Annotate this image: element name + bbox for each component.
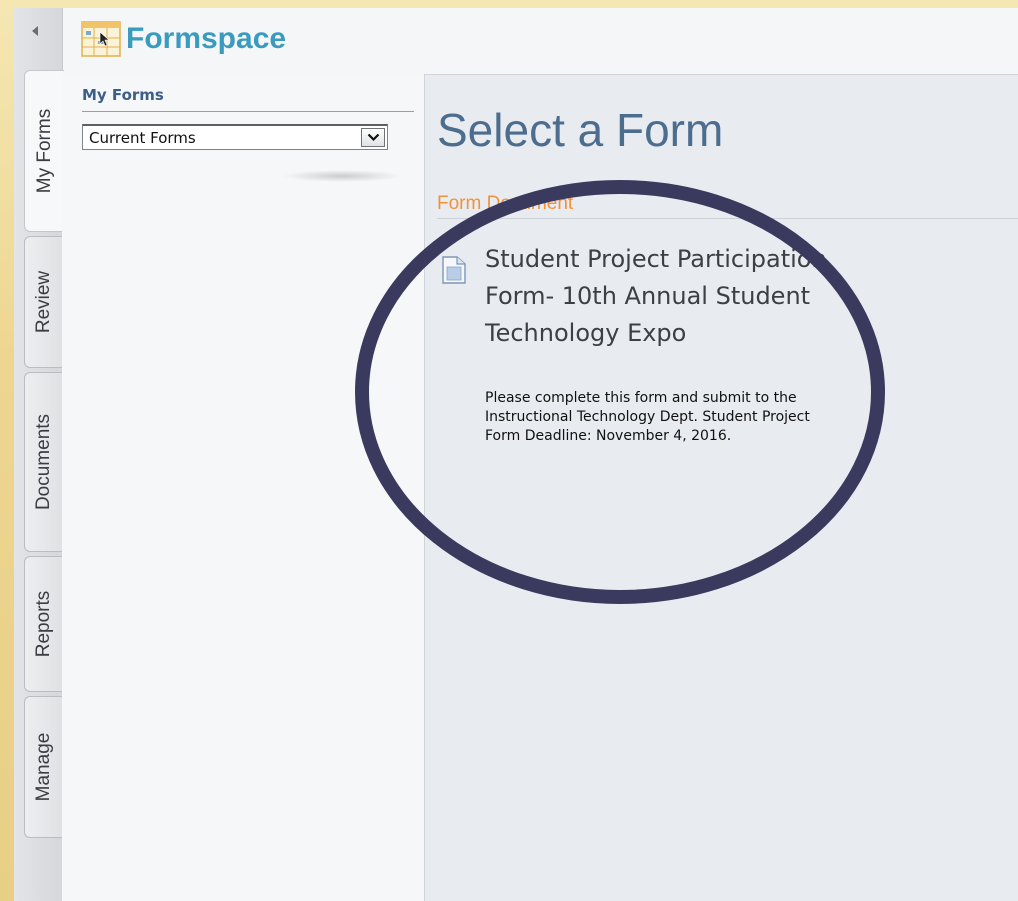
tab-label: Manage	[32, 732, 54, 802]
select-value: Current Forms	[89, 129, 196, 147]
tab-label: Documents	[32, 413, 54, 511]
tab-documents[interactable]: Documents	[24, 372, 62, 552]
tab-manage[interactable]: Manage	[24, 696, 62, 838]
panel-heading: My Forms	[82, 86, 164, 104]
chevron-left-icon[interactable]	[32, 26, 38, 36]
formspace-logo-icon	[81, 21, 121, 57]
tab-my-forms[interactable]: My Forms	[24, 70, 64, 232]
tab-label: Review	[32, 270, 54, 334]
formspace-app: My Forms Review Documents Reports Manage…	[14, 8, 1018, 901]
app-logo-text: Formspace	[126, 22, 287, 55]
my-forms-panel: My Forms Current Forms	[62, 74, 424, 901]
page-title: Select a Form	[437, 104, 724, 156]
forms-filter-select[interactable]: Current Forms	[82, 124, 388, 150]
divider	[82, 111, 414, 112]
chevron-down-icon[interactable]	[361, 128, 385, 147]
decorative-shadow	[282, 170, 402, 182]
document-icon	[442, 256, 466, 284]
tab-review[interactable]: Review	[24, 236, 62, 368]
tab-label: My Forms	[33, 108, 55, 194]
section-label: Form Document	[437, 193, 574, 214]
tab-label: Reports	[32, 590, 54, 658]
form-title-link[interactable]: Student Project Participation Form- 10th…	[485, 241, 845, 352]
vertical-tab-strip: My Forms Review Documents Reports Manage	[14, 8, 64, 901]
tab-reports[interactable]: Reports	[24, 556, 62, 692]
divider	[437, 218, 1018, 219]
form-description: Please complete this form and submit to …	[485, 390, 810, 444]
main-content: Select a Form Form Document Student Proj…	[424, 74, 1018, 901]
